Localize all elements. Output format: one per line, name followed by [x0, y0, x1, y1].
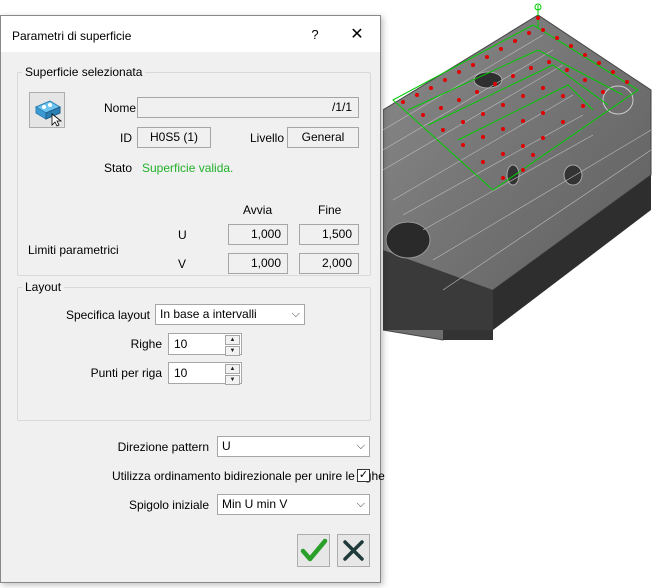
- part-3d-render: [382, 3, 652, 341]
- status-value: Superficie valida.: [142, 161, 234, 175]
- surface-parameters-dialog: Parametri di superficie ? ✕ Superficie s…: [0, 15, 385, 583]
- start-corner-label: Spigolo iniziale: [128, 498, 209, 512]
- layout-spec-label: Specifica layout: [65, 308, 150, 322]
- id-field: H0S5 (1): [137, 127, 211, 148]
- cancel-button[interactable]: [337, 534, 370, 567]
- level-field: General: [287, 127, 359, 148]
- level-label: Livello: [250, 131, 285, 145]
- u-start-field: 1,000: [228, 224, 288, 245]
- start-corner-value: Min U min V: [222, 497, 288, 511]
- surface-select-icon: [34, 100, 63, 127]
- rows-up-icon[interactable]: ▲: [225, 335, 240, 345]
- bidirectional-checkbox[interactable]: ✓: [357, 469, 370, 482]
- pattern-direction-label: Direzione pattern: [117, 440, 209, 454]
- bidirectional-label: Utilizza ordinamento bidirezionale per u…: [112, 469, 385, 483]
- points-up-icon[interactable]: ▲: [225, 364, 240, 374]
- name-label: Nome: [104, 101, 137, 115]
- u-label: U: [178, 228, 187, 242]
- name-field: /1/1: [137, 97, 359, 118]
- layout-spec-dropdown[interactable]: In base a intervalli ⌵: [155, 304, 305, 325]
- close-button[interactable]: ✕: [344, 24, 370, 46]
- chevron-down-icon: ⌵: [356, 498, 365, 510]
- u-end-field: 1,500: [299, 224, 359, 245]
- title-bar: Parametri di superficie ? ✕: [1, 16, 380, 52]
- dialog-title: Parametri di superficie: [12, 29, 132, 43]
- selected-surface-legend: Superficie selezionata: [22, 65, 146, 79]
- start-corner-dropdown[interactable]: Min U min V ⌵: [217, 494, 370, 515]
- points-per-row-label: Punti per riga: [90, 366, 162, 380]
- v-start-field: 1,000: [228, 253, 288, 274]
- pattern-direction-value: U: [222, 439, 231, 453]
- cross-icon: [343, 540, 364, 561]
- rows-stepper[interactable]: 10 ▲ ▼: [168, 333, 242, 356]
- checkmark-icon: [300, 538, 328, 562]
- v-label: V: [178, 257, 187, 271]
- points-down-icon[interactable]: ▼: [225, 375, 240, 385]
- parametric-limits-label: Limiti parametrici: [28, 243, 119, 257]
- ok-button[interactable]: [297, 534, 330, 567]
- help-button[interactable]: ?: [304, 24, 326, 46]
- column-start-header: Avvia: [243, 203, 273, 217]
- layout-legend: Layout: [22, 280, 65, 294]
- rows-label: Righe: [130, 337, 162, 351]
- selected-surface-group: Superficie selezionata Nome /1/1 ID H0S5…: [17, 65, 371, 276]
- layout-spec-value: In base a intervalli: [160, 307, 257, 321]
- points-per-row-value: 10: [174, 366, 188, 380]
- column-end-header: Fine: [318, 203, 342, 217]
- chevron-down-icon: ⌵: [291, 308, 300, 320]
- rows-down-icon[interactable]: ▼: [225, 346, 240, 356]
- v-end-field: 2,000: [299, 253, 359, 274]
- layout-group: Layout Specifica layout In base a interv…: [17, 280, 371, 421]
- model-viewport[interactable]: [382, 0, 658, 585]
- chevron-down-icon: ⌵: [356, 440, 365, 452]
- rows-value: 10: [174, 337, 188, 351]
- select-surface-button[interactable]: [29, 92, 65, 128]
- pattern-direction-dropdown[interactable]: U ⌵: [217, 436, 370, 457]
- status-label: Stato: [104, 161, 133, 175]
- points-per-row-stepper[interactable]: 10 ▲ ▼: [168, 362, 242, 385]
- id-label: ID: [120, 131, 132, 145]
